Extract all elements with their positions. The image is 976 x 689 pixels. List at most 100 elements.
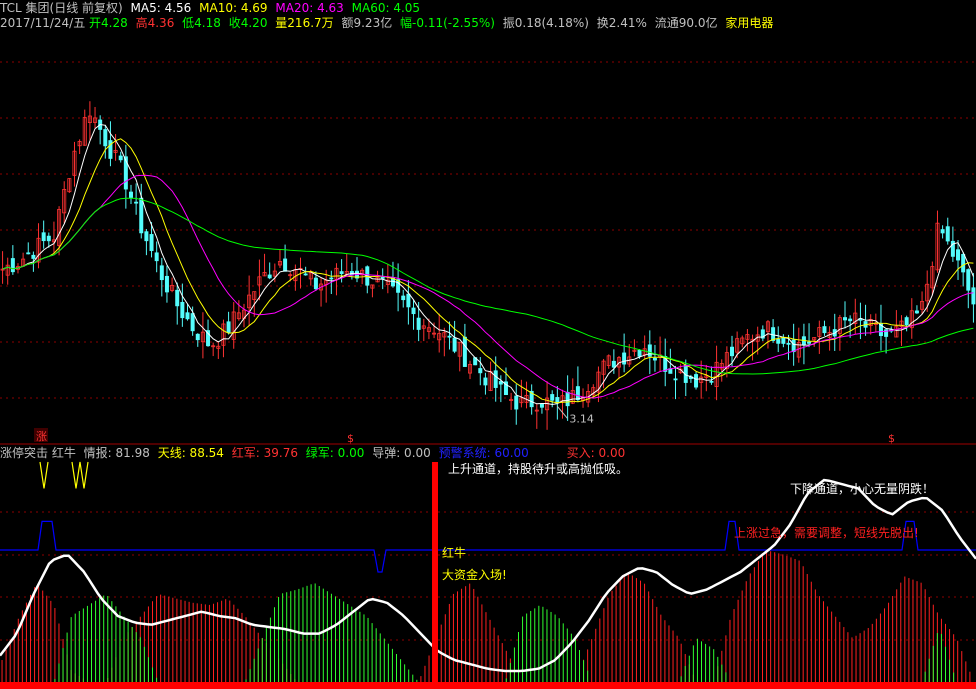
candle-body (575, 386, 580, 401)
yujing-value: 预警系统: 60.00 (438, 446, 529, 460)
stock-chart: 涨 $ $ 3.14 (0, 61, 976, 689)
date-label: 2017/11/24/五 (0, 16, 86, 30)
candle-body (914, 310, 919, 314)
high-value: 高4.36 (135, 16, 175, 30)
ma60-line (2, 197, 974, 375)
candle-body (971, 287, 976, 305)
candle-body (380, 276, 385, 279)
candle-body (786, 342, 791, 345)
candle-body (267, 274, 272, 279)
candle-body (175, 289, 180, 307)
low-value: 低4.18 (182, 16, 221, 30)
ma5-value: MA5: 4.56 (130, 1, 192, 15)
antenna-line (39, 461, 89, 489)
candle-body (139, 197, 144, 234)
candle-body (807, 341, 812, 344)
quote-header: 2017/11/24/五 开4.28 高4.36 低4.18 收4.20 量21… (0, 15, 777, 31)
candle-body (149, 234, 154, 252)
uptrend-note: 上升通道，持股待升或高抛低吸。 (448, 462, 629, 476)
candle-body (771, 327, 776, 341)
candle-body (128, 191, 133, 198)
daodan-value: 导弹: 0.00 (372, 446, 431, 460)
candlestick-series (0, 101, 976, 430)
candle-body (647, 344, 652, 357)
ma5-line (2, 123, 974, 406)
candle-body (10, 258, 15, 273)
candle-body (134, 201, 139, 204)
candle-body (776, 339, 781, 344)
qingbao-value: 情报: 81.98 (83, 446, 150, 460)
big-capital-note: 大资金入场! (442, 568, 507, 582)
grid-lines (0, 61, 976, 641)
candle-body (478, 368, 483, 374)
candle-body (46, 235, 51, 242)
candle-body (180, 301, 185, 319)
ma20-value: MA20: 4.63 (275, 1, 344, 15)
candle-body (164, 275, 169, 293)
candle-body (848, 318, 853, 322)
candle-body (940, 229, 945, 234)
dollar-marker: $ (888, 432, 895, 445)
candle-body (709, 380, 714, 383)
zhang-marker: 涨 (36, 430, 47, 443)
candle-body (956, 249, 961, 261)
price-header: TCL 集团(日线 前复权) MA5: 4.56 MA10: 4.69 MA20… (0, 0, 424, 16)
change-value: 幅-0.11(-2.55%) (400, 16, 495, 30)
candle-body (159, 265, 164, 281)
amplitude-value: 振0.18(4.18%) (502, 16, 589, 30)
candle-body (416, 317, 421, 330)
candle-body (447, 335, 452, 338)
candle-body (401, 295, 406, 301)
candle-body (411, 307, 416, 315)
ma10-value: MA10: 4.69 (199, 1, 268, 15)
candle-body (904, 317, 909, 326)
hongjun-value: 红军: 39.76 (231, 446, 298, 460)
candle-body (822, 326, 827, 334)
candle-body (514, 395, 519, 410)
candle-body (652, 357, 657, 361)
indicator-header: 涨停突击 红牛 情报: 81.98 天线: 88.54 红军: 39.76 绿军… (0, 445, 629, 461)
volume-value: 量216.7万 (275, 16, 334, 30)
close-value: 收4.20 (228, 16, 268, 30)
signal-markers: 涨 $ $ (34, 428, 895, 445)
bottom-band (0, 682, 976, 689)
ma60-value: MA60: 4.05 (351, 1, 421, 15)
candle-body (283, 258, 288, 272)
candle-body (406, 293, 411, 308)
candle-body (565, 391, 570, 407)
candle-body (611, 360, 616, 368)
candle-body (31, 254, 36, 259)
candle-body (622, 352, 627, 365)
low-price-label: 3.14 (569, 412, 594, 425)
candle-body (303, 273, 308, 276)
candle-body (195, 333, 200, 341)
turnover-value: 换2.41% (596, 16, 647, 30)
candle-body (41, 232, 46, 242)
candle-body (843, 317, 848, 321)
dollar-marker: $ (347, 432, 354, 445)
hongniu-note: 红牛 (442, 546, 467, 560)
candle-body (452, 337, 457, 352)
buy-signal-bar (432, 462, 438, 682)
candle-body (730, 346, 735, 357)
candle-body (185, 312, 190, 320)
amount-value: 额9.23亿 (341, 16, 393, 30)
tianxian-value: 天线: 88.54 (157, 446, 224, 460)
candle-body (103, 129, 108, 147)
candle-body (961, 254, 966, 273)
candle-body (791, 339, 796, 353)
candle-body (493, 370, 498, 388)
candle-body (694, 374, 699, 388)
candle-body (550, 394, 555, 401)
lvjun-value: 绿军: 0.00 (305, 446, 365, 460)
candle-body (483, 377, 488, 386)
candle-body (339, 271, 344, 275)
ma10-line (2, 138, 974, 404)
candle-body (945, 226, 950, 242)
candle-body (637, 349, 642, 357)
moving-average-lines (2, 123, 974, 419)
candle-body (539, 403, 544, 408)
downtrend-note: 下降通道，小心无量阴跌！ (790, 482, 935, 496)
candle-body (966, 269, 971, 291)
candle-body (673, 378, 678, 381)
